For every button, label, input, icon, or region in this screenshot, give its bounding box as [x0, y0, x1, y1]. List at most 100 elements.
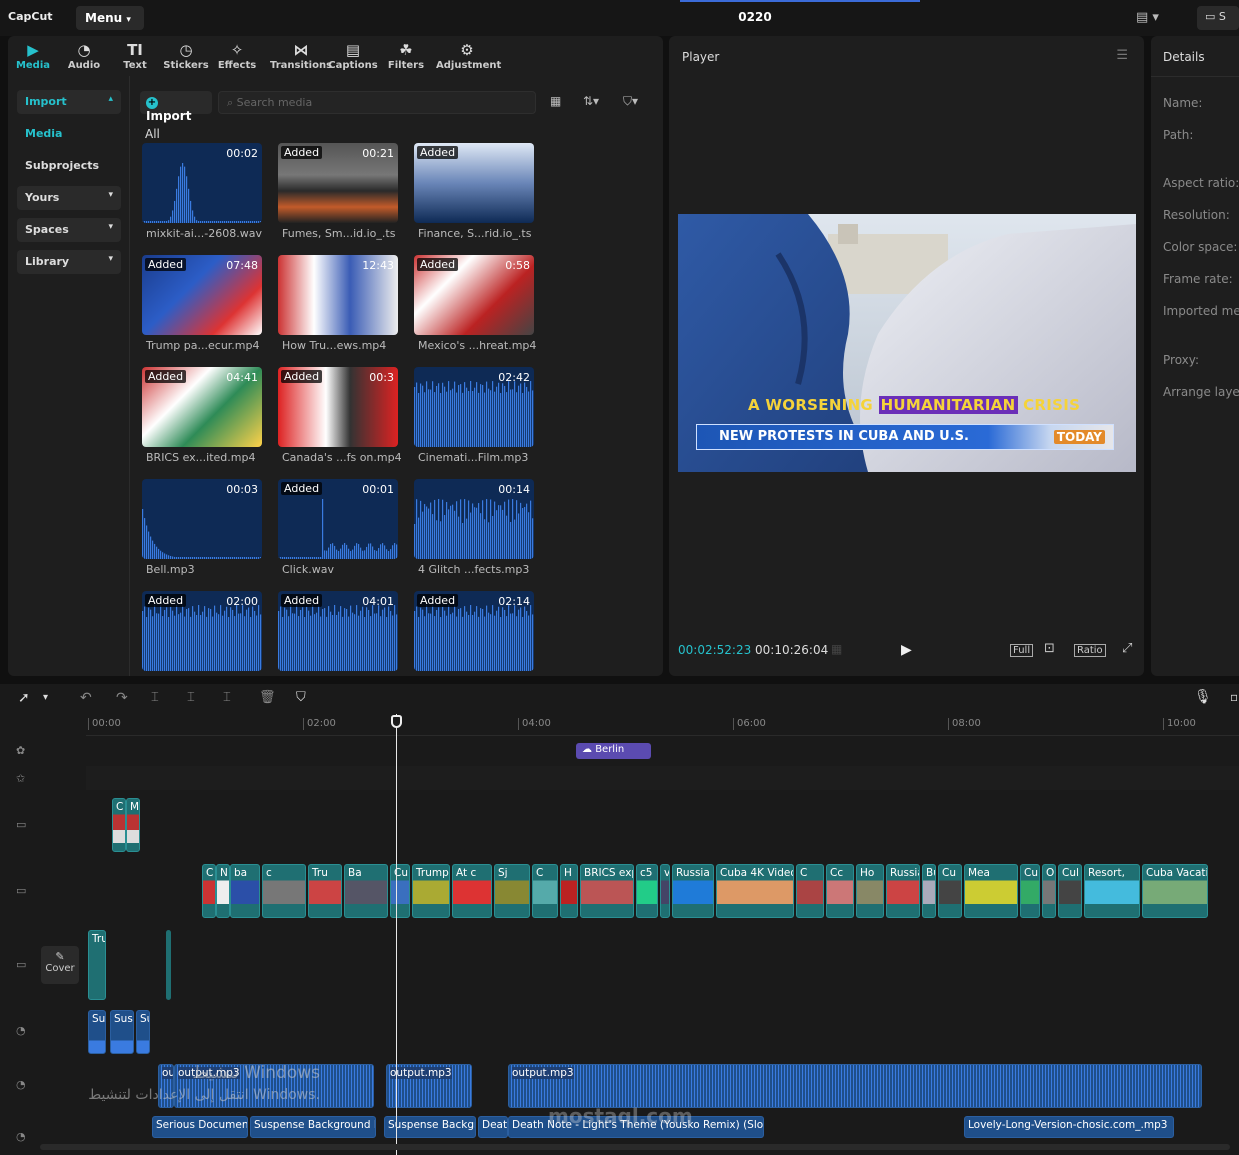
filter-icon[interactable]: ⛉▾ — [623, 94, 638, 109]
grid-view-icon[interactable]: ▦ — [550, 94, 561, 108]
tab-text[interactable]: TI Text — [110, 40, 160, 71]
music-clip[interactable]: Suspense Background M — [250, 1116, 376, 1138]
play-icon[interactable]: ▶ — [901, 642, 912, 658]
playhead-handle[interactable] — [391, 715, 402, 728]
music-clip[interactable]: Lovely-Long-Version-chosic.com_.mp3 — [964, 1116, 1174, 1138]
music-clip[interactable]: Serious Documen — [152, 1116, 248, 1138]
waveform-bar — [258, 557, 260, 559]
music-clip[interactable]: Suspense Backgr — [384, 1116, 476, 1138]
sidebar-subprojects[interactable]: Subprojects — [17, 154, 121, 178]
waveform-bar — [464, 606, 466, 671]
microphone-icon[interactable]: 🎙 — [1194, 689, 1212, 705]
waveform-bar — [242, 557, 244, 559]
clip-label: C — [116, 801, 124, 813]
main-video-clip[interactable]: Cuba 4K Video — [716, 864, 794, 918]
sidebar-spaces[interactable]: Spaces ▾ — [17, 218, 121, 242]
effect-clip-berlin[interactable]: ☁ Berlin — [576, 743, 651, 759]
waveform-bar — [304, 557, 306, 559]
redo-icon[interactable]: ↷ — [116, 690, 128, 706]
tab-adjustment[interactable]: ⚙ Adjustment — [436, 40, 501, 71]
fullscreen-icon[interactable]: ⤢ — [1122, 641, 1132, 656]
split-right-icon[interactable]: ⌶ — [223, 690, 231, 705]
tab-captions[interactable]: ▤ Captions — [328, 40, 378, 71]
menu-button[interactable]: Menu ▾ — [76, 6, 144, 30]
main-video-clip[interactable]: Mea — [964, 864, 1018, 918]
zoom-fit-icon[interactable]: ⊡ — [1044, 641, 1055, 656]
overlay-video-clip[interactable]: C — [112, 798, 126, 852]
overlay-video-clip[interactable]: M — [126, 798, 140, 852]
shield-icon[interactable]: ⛉ — [296, 690, 306, 705]
waveform-bar — [222, 221, 224, 223]
main-video-clip[interactable]: Russia — [886, 864, 920, 918]
waveform-bar — [430, 502, 432, 559]
audio-clip[interactable]: output.mp3 — [508, 1064, 1202, 1108]
delete-icon[interactable]: 🗑 — [259, 690, 276, 705]
main-video-clip[interactable]: H — [560, 864, 578, 918]
main-video-clip[interactable]: Sj — [494, 864, 530, 918]
main-video-clip[interactable]: Ba — [344, 864, 388, 918]
media-filename: Finance, S...rid.io_.ts — [418, 227, 532, 240]
layout-icon[interactable]: ▤ ▾ — [1136, 10, 1159, 25]
main-video-clip[interactable]: Cuba Vacati — [1142, 864, 1208, 918]
main-video-clip[interactable]: Tru — [308, 864, 342, 918]
main-video-clip[interactable]: ba — [230, 864, 260, 918]
sfx-clip[interactable]: Su — [136, 1010, 150, 1054]
tab-effects[interactable]: ✧ Effects — [212, 40, 262, 71]
hamburger-icon[interactable]: ☰ — [1116, 48, 1128, 63]
main-video-clip[interactable]: Cu — [938, 864, 962, 918]
main-video-clip[interactable]: N — [216, 864, 230, 918]
main-video-clip[interactable]: v — [660, 864, 670, 918]
chevron-down-icon: ▾ — [126, 15, 131, 25]
video-clip-sliver[interactable] — [166, 930, 171, 1000]
main-video-clip[interactable]: Russia — [672, 864, 714, 918]
select-cursor-icon[interactable]: ➚ — [18, 690, 30, 706]
main-video-clip[interactable]: Bu — [922, 864, 936, 918]
main-video-clip[interactable]: C — [202, 864, 216, 918]
playhead[interactable] — [396, 714, 397, 1155]
horizontal-scrollbar[interactable] — [40, 1144, 1230, 1150]
main-video-clip[interactable]: Trump — [412, 864, 450, 918]
main-video-clip[interactable]: C — [532, 864, 558, 918]
waveform-bar — [498, 606, 500, 671]
main-track-icon: ▭ — [16, 884, 27, 897]
full-button[interactable]: Full — [1010, 644, 1034, 657]
video-clip[interactable]: Tru — [88, 930, 106, 1000]
tab-audio[interactable]: ◔ Audio — [59, 40, 109, 71]
audio-clip[interactable]: output.mp3 — [386, 1064, 472, 1108]
import-button[interactable]: + Import — [140, 91, 212, 123]
main-video-clip[interactable]: At c — [452, 864, 492, 918]
sfx-clip[interactable]: Sus — [88, 1010, 106, 1054]
main-video-clip[interactable]: Ho — [856, 864, 884, 918]
sort-icon[interactable]: ⇅▾ — [583, 94, 599, 108]
sidebar-yours[interactable]: Yours ▾ — [17, 186, 121, 210]
search-input[interactable]: ⌕ Search media — [218, 91, 536, 114]
sidebar-import[interactable]: Import ▴ — [17, 90, 121, 114]
main-video-clip[interactable]: Cu — [390, 864, 410, 918]
tab-media[interactable]: ▶ Media — [8, 40, 58, 71]
tab-stickers[interactable]: ◷ Stickers — [161, 40, 211, 71]
main-video-clip[interactable]: Resort, — [1084, 864, 1140, 918]
main-video-clip[interactable]: Cul — [1058, 864, 1082, 918]
main-video-clip[interactable]: c — [262, 864, 306, 918]
chevron-down-icon[interactable]: ▾ — [43, 692, 48, 703]
undo-icon[interactable]: ↶ — [80, 690, 92, 706]
main-video-clip[interactable]: BRICS exp — [580, 864, 634, 918]
tab-transitions[interactable]: ⋈ Transitions — [270, 40, 332, 71]
split-left-icon[interactable]: ⌶ — [187, 690, 195, 705]
main-video-clip[interactable]: O — [1042, 864, 1056, 918]
sidebar-media[interactable]: Media — [17, 122, 121, 146]
ratio-button[interactable]: Ratio — [1074, 644, 1106, 657]
main-video-clip[interactable]: Cu — [1020, 864, 1040, 918]
music-clip[interactable]: Deatl — [478, 1116, 508, 1138]
sfx-clip[interactable]: Sus| — [110, 1010, 134, 1054]
main-video-clip[interactable]: c5 — [636, 864, 658, 918]
more-icon[interactable]: ▫ — [1230, 690, 1238, 704]
sidebar-library[interactable]: Library ▾ — [17, 250, 121, 274]
main-video-clip[interactable]: Cc — [826, 864, 854, 918]
split-icon[interactable]: ⌶ — [151, 690, 159, 705]
tab-filters[interactable]: ☘ Filters — [381, 40, 431, 71]
waveform-bar — [382, 543, 384, 559]
export-icon[interactable]: ▭ S — [1197, 6, 1239, 30]
cover-button[interactable]: ✎ Cover — [41, 946, 79, 984]
main-video-clip[interactable]: C — [796, 864, 824, 918]
